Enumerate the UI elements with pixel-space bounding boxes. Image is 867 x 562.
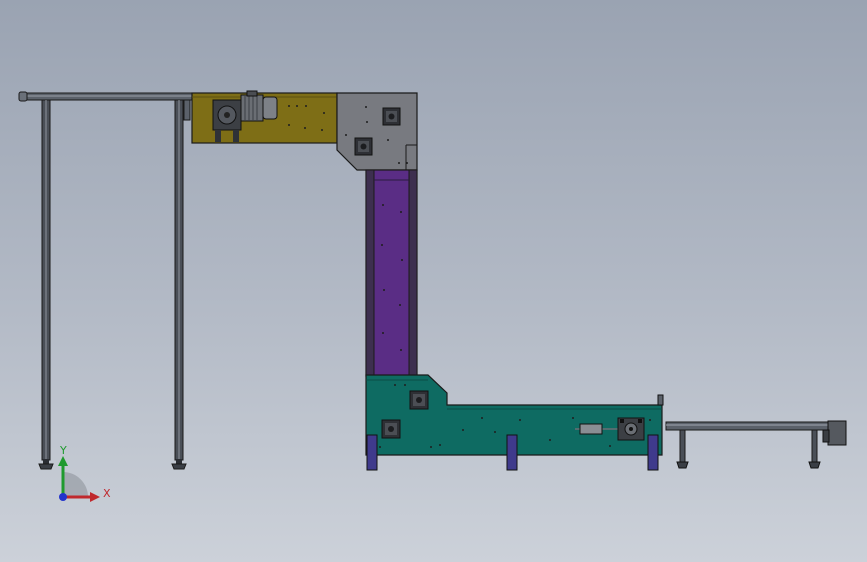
belt-leg xyxy=(811,429,818,463)
x-axis-label: X xyxy=(103,487,111,500)
y-axis-label: Y xyxy=(59,444,67,457)
overhead-frame[interactable] xyxy=(18,91,195,470)
leveling-foot xyxy=(171,463,187,470)
assembly-drawing: Y X xyxy=(18,90,847,502)
coordinate-triad: Y X xyxy=(58,444,111,502)
bearing-block-icon xyxy=(409,390,429,410)
bearing-block-icon xyxy=(381,419,401,439)
triad-plane-icon xyxy=(63,472,88,497)
leveling-foot xyxy=(38,463,54,470)
top-conveyor-drive[interactable] xyxy=(191,90,338,144)
upper-corner-housing[interactable] xyxy=(336,92,418,171)
tube-end-cap xyxy=(18,91,28,102)
outfeed-belt-conveyor[interactable] xyxy=(665,420,847,469)
cad-viewport[interactable]: Y X xyxy=(0,0,867,562)
vertical-rail-right xyxy=(408,169,418,377)
bearing-block-icon xyxy=(354,137,373,156)
belt-motor-icon xyxy=(827,420,847,446)
belt-leg xyxy=(679,429,686,463)
vertical-rail-left xyxy=(365,169,375,377)
bottom-conveyor[interactable] xyxy=(365,374,664,471)
bearing-block-icon xyxy=(382,107,401,126)
vertical-lift-section[interactable] xyxy=(365,169,418,377)
